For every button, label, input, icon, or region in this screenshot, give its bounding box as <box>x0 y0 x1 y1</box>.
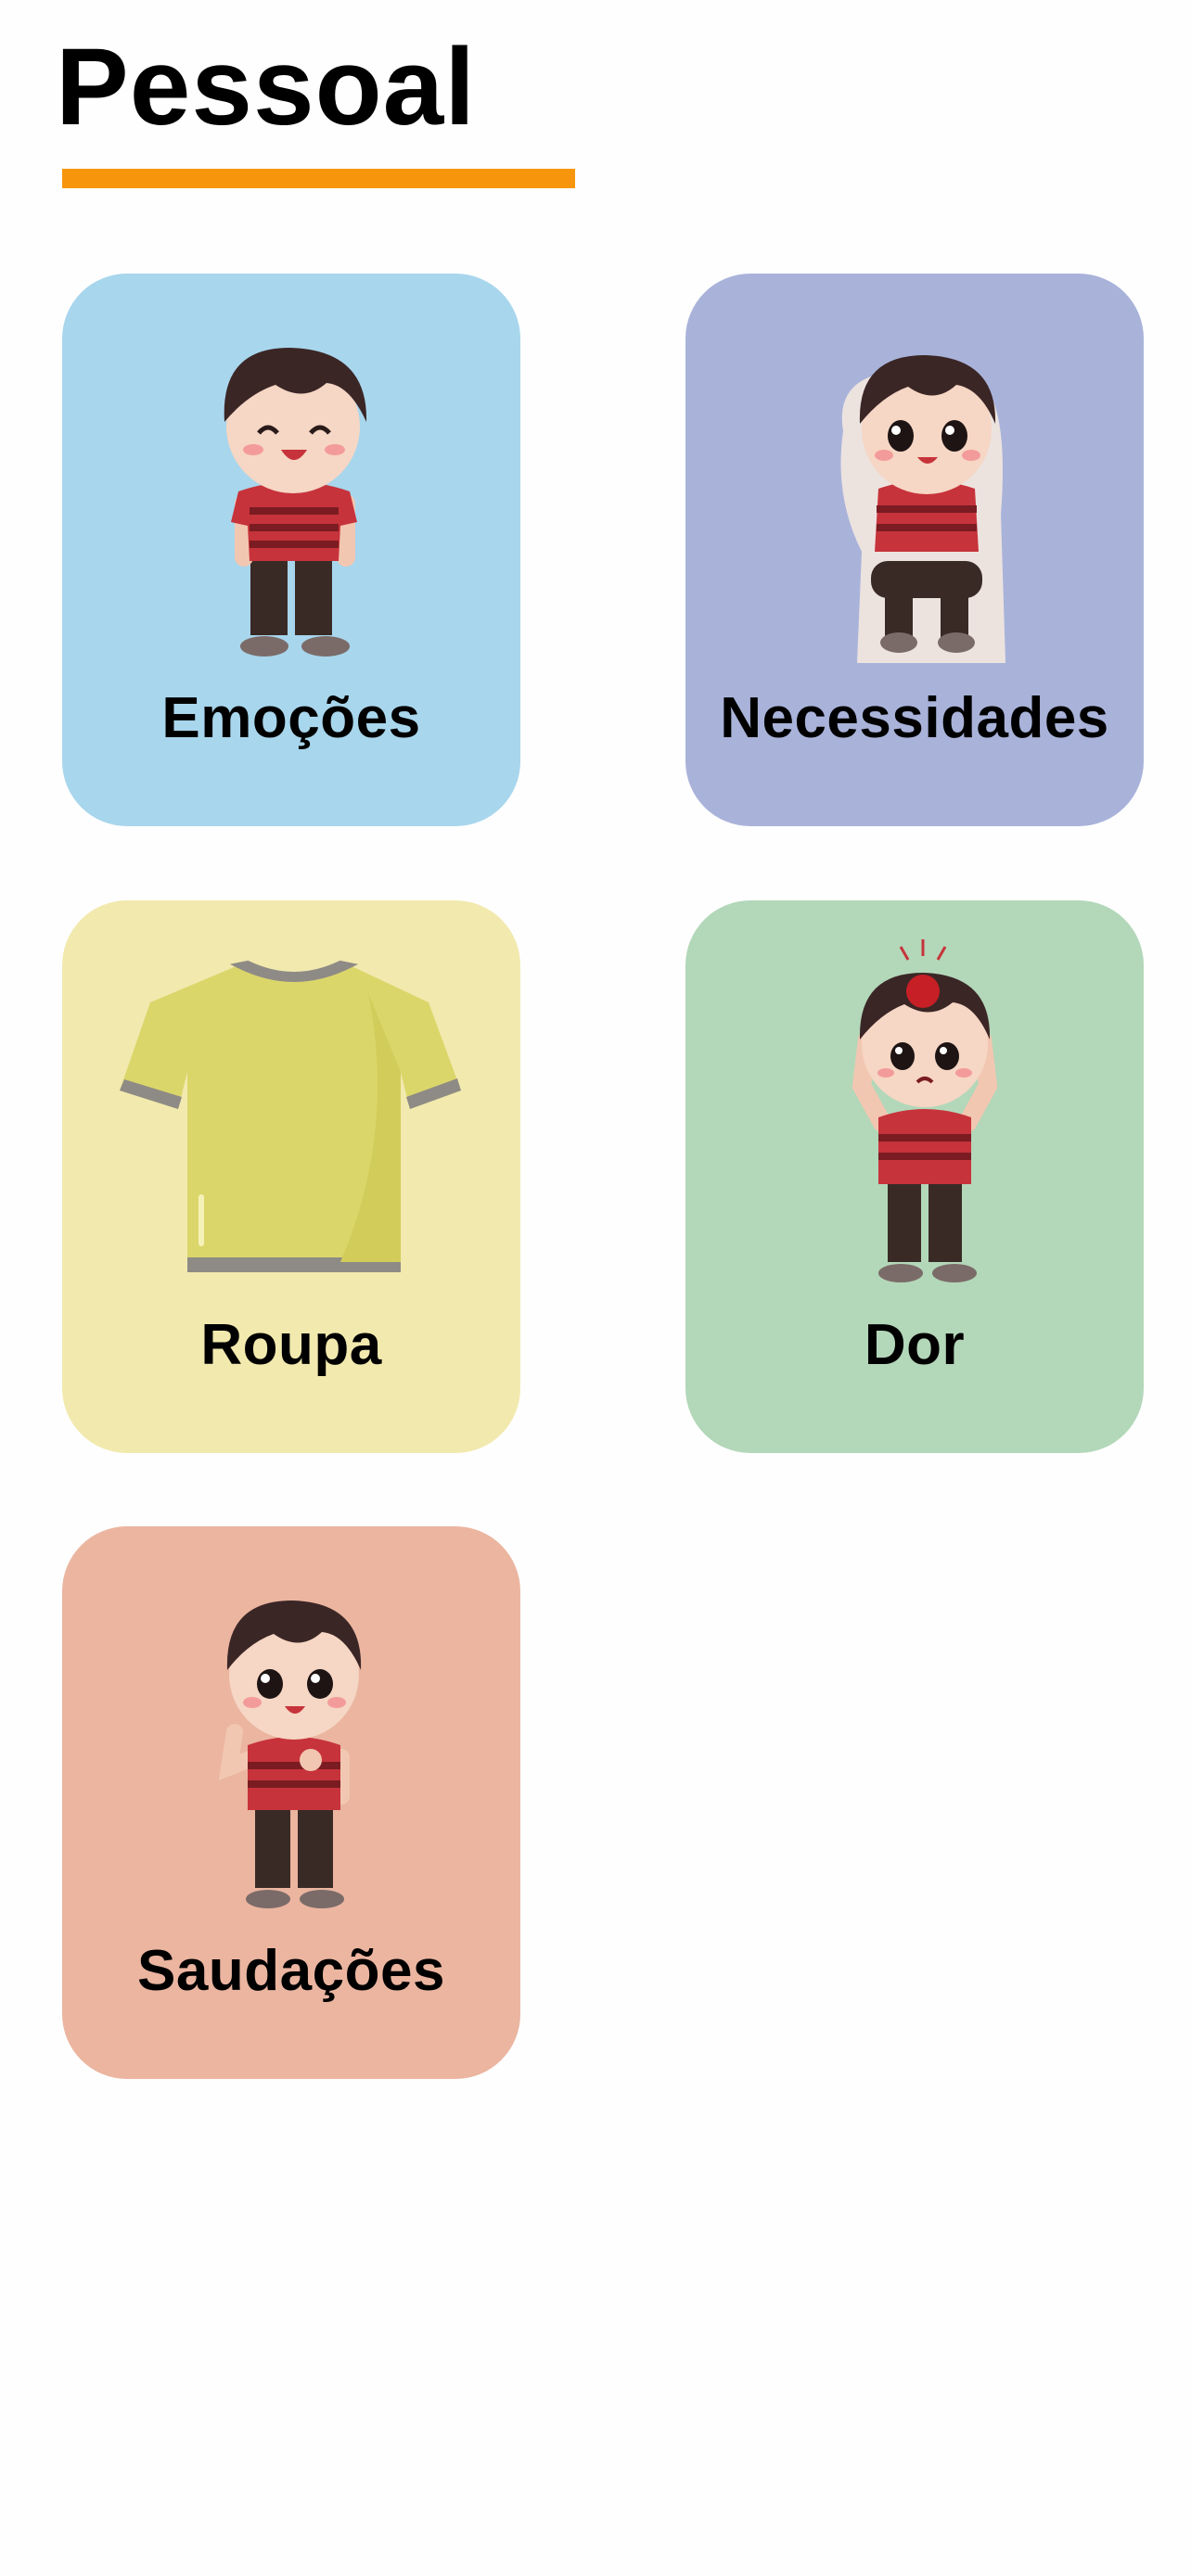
category-card-necessidades[interactable]: Necessidades <box>685 274 1144 826</box>
happy-boy-icon <box>62 274 520 682</box>
title-underline <box>62 169 575 188</box>
category-card-roupa[interactable]: Roupa <box>62 900 520 1453</box>
boy-on-toilet-icon <box>685 274 1144 682</box>
category-label: Emoções <box>161 686 421 750</box>
category-label: Necessidades <box>720 686 1109 750</box>
category-label: Saudações <box>137 1939 445 2003</box>
tshirt-icon <box>62 900 520 1308</box>
category-card-dor[interactable]: Dor <box>685 900 1144 1453</box>
category-label: Roupa <box>200 1313 382 1377</box>
category-card-emocoes[interactable]: Emoções <box>62 274 520 826</box>
boy-greeting-icon <box>62 1526 520 1934</box>
category-label: Dor <box>864 1313 966 1377</box>
page-title: Pessoal <box>56 26 477 148</box>
boy-headache-icon <box>685 900 1144 1308</box>
category-card-saudacoes[interactable]: Saudações <box>62 1526 520 2079</box>
